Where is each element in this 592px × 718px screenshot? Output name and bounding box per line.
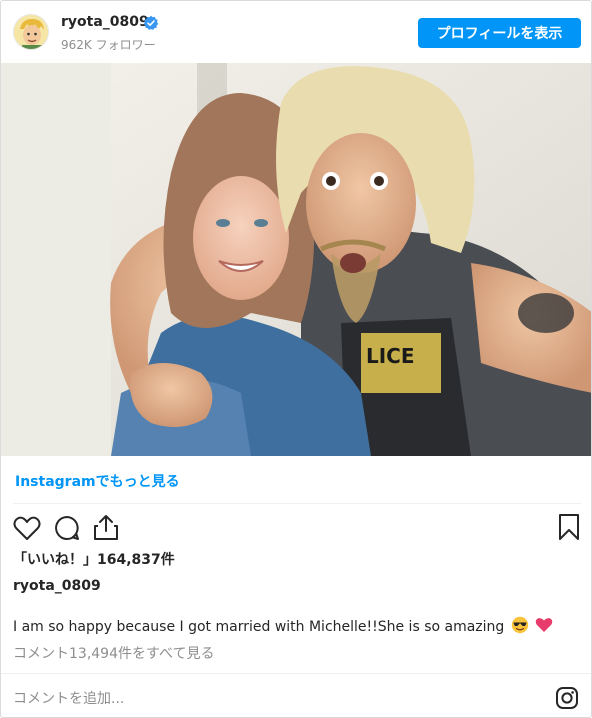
caption-text: I am so happy because I got married with… xyxy=(13,619,505,635)
divider xyxy=(1,673,591,674)
heart-emoji-icon xyxy=(535,618,553,632)
post-photo[interactable]: LICE xyxy=(1,63,591,456)
header-username[interactable]: ryota_0809 xyxy=(61,14,149,30)
heart-icon[interactable] xyxy=(13,515,41,541)
instagram-logo-icon[interactable] xyxy=(555,686,579,710)
like-count[interactable]: 「いいね！」164,837件 xyxy=(13,549,175,569)
instagram-embed-card: ryota_0809 962K フォロワー プロフィールを表示 LICE Ins… xyxy=(0,0,592,718)
divider xyxy=(13,503,581,504)
view-all-comments-link[interactable]: コメント13,494件をすべて見る xyxy=(13,643,214,663)
sunglasses-emoji-icon xyxy=(511,616,528,634)
comment-icon[interactable] xyxy=(53,514,81,542)
verified-badge-icon xyxy=(143,15,159,30)
post-caption: I am so happy because I got married with… xyxy=(13,616,553,635)
add-comment-input[interactable]: コメントを追加... xyxy=(13,688,124,708)
bookmark-icon[interactable] xyxy=(557,513,581,541)
share-icon[interactable] xyxy=(93,513,119,541)
view-on-instagram-link[interactable]: Instagramでもっと見る xyxy=(15,471,180,491)
svg-text:LICE: LICE xyxy=(366,344,415,368)
avatar[interactable] xyxy=(13,14,49,50)
post-header: ryota_0809 962K フォロワー プロフィールを表示 xyxy=(1,1,591,64)
follower-count: 962K フォロワー xyxy=(61,38,156,52)
caption-username[interactable]: ryota_0809 xyxy=(13,578,101,594)
view-profile-button[interactable]: プロフィールを表示 xyxy=(418,18,581,48)
